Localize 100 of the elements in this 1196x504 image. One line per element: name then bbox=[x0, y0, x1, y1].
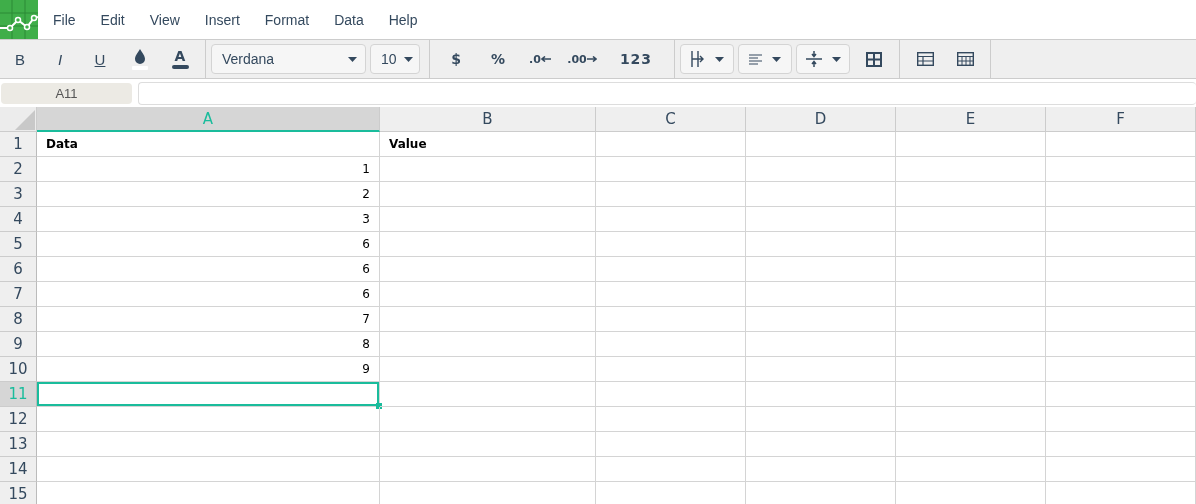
empty-cell[interactable] bbox=[1046, 232, 1196, 257]
empty-cell[interactable] bbox=[380, 157, 596, 182]
empty-cell[interactable] bbox=[1046, 257, 1196, 282]
empty-cell[interactable] bbox=[380, 407, 596, 432]
fill-handle[interactable] bbox=[376, 403, 382, 409]
empty-cell[interactable] bbox=[596, 357, 746, 382]
bold-button[interactable]: B bbox=[0, 44, 40, 74]
table-cell[interactable]: 6 bbox=[37, 232, 380, 257]
row-header[interactable]: 2 bbox=[0, 157, 37, 182]
border-dropdown[interactable] bbox=[680, 44, 734, 74]
menu-item[interactable]: File bbox=[43, 11, 86, 28]
align-dropdown[interactable] bbox=[738, 44, 792, 74]
name-box[interactable]: A11 bbox=[1, 82, 132, 104]
selected-cell[interactable] bbox=[37, 382, 380, 407]
empty-cell[interactable] bbox=[380, 332, 596, 357]
empty-cell[interactable] bbox=[746, 157, 896, 182]
row-header[interactable]: 7 bbox=[0, 282, 37, 307]
table-cell[interactable]: 3 bbox=[37, 207, 380, 232]
menu-item[interactable]: Data bbox=[324, 11, 374, 28]
empty-cell[interactable] bbox=[746, 232, 896, 257]
menu-item[interactable]: Help bbox=[378, 11, 428, 28]
empty-cell[interactable] bbox=[1046, 432, 1196, 457]
empty-cell[interactable] bbox=[746, 382, 896, 407]
underline-button[interactable]: U bbox=[80, 44, 120, 74]
table-cell[interactable]: Data bbox=[37, 132, 380, 157]
row-header[interactable]: 8 bbox=[0, 307, 37, 332]
empty-cell[interactable] bbox=[596, 207, 746, 232]
empty-cell[interactable] bbox=[896, 132, 1046, 157]
empty-cell[interactable] bbox=[1046, 132, 1196, 157]
table-cell[interactable]: 2 bbox=[37, 182, 380, 207]
empty-cell[interactable] bbox=[380, 257, 596, 282]
empty-cell[interactable] bbox=[596, 432, 746, 457]
row-header[interactable]: 9 bbox=[0, 332, 37, 357]
empty-cell[interactable] bbox=[596, 332, 746, 357]
empty-cell[interactable] bbox=[1046, 157, 1196, 182]
menu-item[interactable]: Insert bbox=[194, 11, 250, 28]
empty-cell[interactable] bbox=[746, 182, 896, 207]
font-dropdown[interactable]: Verdana bbox=[211, 44, 366, 74]
empty-cell[interactable] bbox=[1046, 207, 1196, 232]
empty-cell[interactable] bbox=[380, 307, 596, 332]
empty-cell[interactable] bbox=[380, 207, 596, 232]
empty-cell[interactable] bbox=[746, 207, 896, 232]
menu-item[interactable]: Format bbox=[254, 11, 320, 28]
empty-cell[interactable] bbox=[596, 232, 746, 257]
menu-item[interactable]: View bbox=[139, 11, 190, 28]
empty-cell[interactable] bbox=[896, 207, 1046, 232]
table-cell[interactable]: 6 bbox=[37, 257, 380, 282]
empty-cell[interactable] bbox=[896, 282, 1046, 307]
currency-button[interactable]: $ bbox=[435, 44, 477, 74]
italic-button[interactable]: I bbox=[40, 44, 80, 74]
column-header[interactable]: C bbox=[596, 107, 746, 132]
empty-cell[interactable] bbox=[896, 157, 1046, 182]
column-header[interactable]: F bbox=[1046, 107, 1196, 132]
increase-decimals-button[interactable]: .00 bbox=[561, 44, 603, 74]
empty-cell[interactable] bbox=[596, 282, 746, 307]
empty-cell[interactable] bbox=[896, 357, 1046, 382]
empty-cell[interactable] bbox=[896, 332, 1046, 357]
row-header[interactable]: 4 bbox=[0, 207, 37, 232]
column-header[interactable]: B bbox=[380, 107, 596, 132]
empty-cell[interactable] bbox=[1046, 307, 1196, 332]
empty-cell[interactable] bbox=[596, 307, 746, 332]
empty-cell[interactable] bbox=[746, 357, 896, 382]
empty-cell[interactable] bbox=[380, 457, 596, 482]
empty-cell[interactable] bbox=[896, 232, 1046, 257]
empty-cell[interactable] bbox=[746, 457, 896, 482]
empty-cell[interactable] bbox=[596, 132, 746, 157]
empty-cell[interactable] bbox=[380, 432, 596, 457]
table-cell[interactable]: Value bbox=[380, 132, 596, 157]
empty-cell[interactable] bbox=[746, 307, 896, 332]
select-all-icon[interactable] bbox=[15, 110, 35, 130]
text-color-button[interactable]: A bbox=[160, 44, 200, 74]
empty-cell[interactable] bbox=[1046, 182, 1196, 207]
empty-cell[interactable] bbox=[596, 182, 746, 207]
row-header[interactable]: 13 bbox=[0, 432, 37, 457]
column-header[interactable]: D bbox=[746, 107, 896, 132]
empty-cell[interactable] bbox=[596, 407, 746, 432]
font-size-dropdown[interactable]: 10 bbox=[370, 44, 420, 74]
row-header[interactable]: 5 bbox=[0, 232, 37, 257]
table-cell[interactable]: 1 bbox=[37, 157, 380, 182]
empty-cell[interactable] bbox=[380, 382, 596, 407]
row-header[interactable]: 3 bbox=[0, 182, 37, 207]
empty-cell[interactable] bbox=[746, 407, 896, 432]
empty-cell[interactable] bbox=[746, 332, 896, 357]
empty-cell[interactable] bbox=[896, 407, 1046, 432]
empty-cell[interactable] bbox=[380, 182, 596, 207]
table-cell[interactable]: 9 bbox=[37, 357, 380, 382]
empty-cell[interactable] bbox=[746, 282, 896, 307]
table-cell[interactable]: 7 bbox=[37, 307, 380, 332]
column-header[interactable]: E bbox=[896, 107, 1046, 132]
empty-cell[interactable] bbox=[596, 382, 746, 407]
empty-cell[interactable] bbox=[896, 432, 1046, 457]
empty-cell[interactable] bbox=[1046, 357, 1196, 382]
row-header[interactable]: 6 bbox=[0, 257, 37, 282]
empty-cell[interactable] bbox=[596, 257, 746, 282]
empty-cell[interactable] bbox=[746, 132, 896, 157]
empty-cell[interactable] bbox=[896, 307, 1046, 332]
empty-cell[interactable] bbox=[896, 457, 1046, 482]
row-header[interactable]: 12 bbox=[0, 407, 37, 432]
row-header[interactable]: 10 bbox=[0, 357, 37, 382]
empty-cell[interactable] bbox=[1046, 332, 1196, 357]
